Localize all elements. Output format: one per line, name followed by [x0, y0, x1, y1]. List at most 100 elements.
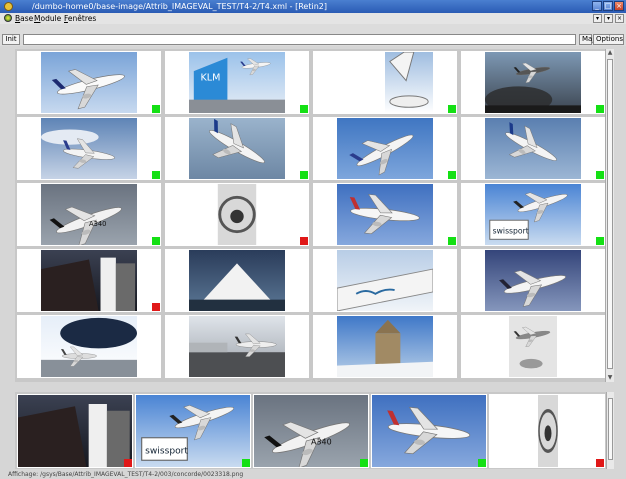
result-thumbnail[interactable]: [337, 316, 433, 377]
maximize-button[interactable]: □: [603, 1, 613, 11]
irrelevant-flag[interactable]: [596, 459, 604, 467]
result-cell[interactable]: [165, 249, 309, 312]
result-thumbnail[interactable]: KLM: [189, 52, 285, 113]
relevant-flag[interactable]: [300, 105, 308, 113]
selected-cell[interactable]: [17, 394, 133, 468]
mdi-menu-button[interactable]: ▾: [593, 14, 602, 23]
toolbar: Init Maj Options: [0, 24, 626, 46]
result-cell[interactable]: [313, 51, 457, 114]
result-cell[interactable]: [461, 117, 605, 180]
relevant-flag[interactable]: [152, 237, 160, 245]
result-cell[interactable]: [461, 51, 605, 114]
selected-thumbnail[interactable]: swissport: [136, 395, 250, 467]
maj-button[interactable]: Maj: [579, 34, 594, 45]
result-cell[interactable]: [313, 117, 457, 180]
relevant-flag[interactable]: [596, 237, 604, 245]
selected-thumbnail[interactable]: [523, 395, 573, 467]
selection-strip: swissport A340: [15, 392, 614, 469]
result-thumbnail[interactable]: [189, 184, 285, 245]
options-button[interactable]: Options: [593, 34, 624, 45]
minimize-button[interactable]: _: [592, 1, 602, 11]
status-bar: Affichage: /gsys/Base/Attrib_IMAGEVAL_TE…: [8, 471, 244, 478]
result-thumbnail[interactable]: [485, 118, 581, 179]
result-thumbnail[interactable]: [41, 250, 137, 311]
relevant-flag[interactable]: [478, 459, 486, 467]
results-grid: ▲ ▼ KLM A340 swissport: [15, 49, 614, 382]
mdi-close-button[interactable]: ×: [615, 14, 624, 23]
result-thumbnail[interactable]: [337, 250, 433, 311]
selected-thumbnail[interactable]: A340: [254, 395, 368, 467]
result-cell[interactable]: [461, 315, 605, 378]
result-thumbnail[interactable]: [485, 52, 581, 113]
irrelevant-flag[interactable]: [300, 237, 308, 245]
result-thumbnail[interactable]: [41, 52, 137, 113]
grid-scrollbar[interactable]: ▲ ▼: [605, 49, 614, 382]
selected-cell[interactable]: A340: [253, 394, 369, 468]
result-cell[interactable]: [17, 249, 161, 312]
svg-text:KLM: KLM: [201, 73, 221, 84]
relevant-flag[interactable]: [448, 105, 456, 113]
relevant-flag[interactable]: [448, 171, 456, 179]
relevant-flag[interactable]: [448, 237, 456, 245]
query-field[interactable]: [23, 34, 576, 45]
strip-scrollbar[interactable]: [606, 392, 614, 469]
result-thumbnail[interactable]: [337, 184, 433, 245]
selected-thumbnail[interactable]: [18, 395, 132, 467]
menu-fenetres[interactable]: Fenêtres: [64, 13, 96, 24]
relevant-flag[interactable]: [242, 459, 250, 467]
result-cell[interactable]: [461, 249, 605, 312]
result-cell[interactable]: [165, 183, 309, 246]
result-thumbnail[interactable]: [337, 118, 433, 179]
title-bar[interactable]: /dumbo-home0/base-image/Attrib_IMAGEVAL_…: [0, 0, 626, 13]
irrelevant-flag[interactable]: [152, 303, 160, 311]
result-cell[interactable]: [17, 117, 161, 180]
window-controls: _ □ ×: [592, 1, 624, 11]
result-thumbnail[interactable]: [41, 118, 137, 179]
close-button[interactable]: ×: [614, 1, 624, 11]
result-cell[interactable]: [17, 315, 161, 378]
result-thumbnail[interactable]: swissport: [485, 184, 581, 245]
result-thumbnail[interactable]: [41, 316, 137, 377]
result-thumbnail[interactable]: [189, 250, 285, 311]
app-menu-icon[interactable]: [4, 14, 12, 22]
result-thumbnail[interactable]: [189, 316, 285, 377]
selected-thumbnail[interactable]: [372, 395, 486, 467]
result-cell[interactable]: KLM: [165, 51, 309, 114]
result-cell[interactable]: [313, 183, 457, 246]
result-thumbnail[interactable]: [485, 316, 581, 377]
menu-base[interactable]: Base: [15, 13, 33, 24]
svg-text:swissport: swissport: [145, 447, 188, 457]
relevant-flag[interactable]: [152, 105, 160, 113]
relevant-flag[interactable]: [300, 171, 308, 179]
result-cell[interactable]: [165, 117, 309, 180]
result-thumbnail[interactable]: [189, 118, 285, 179]
grid-scroll-thumb[interactable]: [607, 59, 613, 369]
result-cell[interactable]: swissport: [461, 183, 605, 246]
scroll-down-icon[interactable]: ▼: [606, 374, 614, 382]
result-cell[interactable]: A340: [17, 183, 161, 246]
result-cell[interactable]: [313, 315, 457, 378]
window-title: /dumbo-home0/base-image/Attrib_IMAGEVAL_…: [32, 2, 327, 11]
relevant-flag[interactable]: [152, 171, 160, 179]
result-cell[interactable]: [313, 249, 457, 312]
init-button[interactable]: Init: [2, 34, 20, 45]
result-cell[interactable]: [17, 51, 161, 114]
svg-text:swissport: swissport: [493, 227, 529, 236]
result-thumbnail[interactable]: [485, 250, 581, 311]
selected-cell[interactable]: swissport: [135, 394, 251, 468]
strip-scroll-thumb[interactable]: [608, 398, 613, 460]
result-thumbnail[interactable]: [337, 52, 433, 113]
menu-module[interactable]: Module: [34, 13, 61, 24]
selected-cell[interactable]: [489, 394, 605, 468]
app-icon: [4, 2, 13, 11]
mdi-restore-button[interactable]: ▾: [604, 14, 613, 23]
result-cell[interactable]: [165, 315, 309, 378]
relevant-flag[interactable]: [360, 459, 368, 467]
result-thumbnail[interactable]: A340: [41, 184, 137, 245]
mdi-controls: ▾ ▾ ×: [593, 14, 624, 23]
irrelevant-flag[interactable]: [124, 459, 132, 467]
relevant-flag[interactable]: [596, 171, 604, 179]
relevant-flag[interactable]: [596, 105, 604, 113]
scroll-up-icon[interactable]: ▲: [606, 49, 614, 57]
selected-cell[interactable]: [371, 394, 487, 468]
